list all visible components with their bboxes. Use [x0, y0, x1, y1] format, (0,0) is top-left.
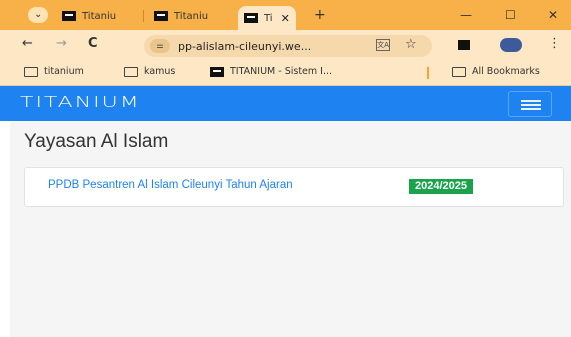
translate-icon[interactable]: 文A	[376, 39, 390, 51]
bookmark-label: kamus	[144, 66, 176, 77]
titanium-favicon-icon	[210, 66, 224, 77]
site-info-icon[interactable]: ⚌	[150, 39, 170, 53]
tab-separator	[143, 10, 144, 22]
folder-icon	[24, 66, 38, 77]
titanium-favicon-icon	[62, 11, 76, 21]
bookmark-label: All Bookmarks	[472, 66, 540, 77]
bookmark-kamus[interactable]: kamus	[124, 66, 175, 77]
tab-title: Ti	[264, 12, 273, 24]
page-title: Yayasan Al Islam	[24, 131, 169, 152]
browser-tab-active[interactable]: Ti ✕	[238, 6, 296, 30]
forward-arrow-icon[interactable]: →	[56, 36, 67, 51]
tab-title: Titaniu	[82, 10, 117, 22]
folder-icon	[452, 66, 466, 77]
folder-icon	[124, 66, 138, 77]
tab-search-button[interactable]: ⌄	[28, 7, 48, 23]
site-brand[interactable]: TITANIUM	[20, 94, 141, 112]
minimize-button[interactable]: —	[460, 8, 472, 22]
bookmark-titanium[interactable]: titanium	[24, 66, 84, 77]
maximize-button[interactable]: ☐	[505, 8, 516, 22]
titanium-favicon-icon	[244, 13, 258, 23]
bookmarks-separator	[427, 67, 429, 79]
ppdb-link[interactable]: PPDB Pesantren Al Islam Cileunyi Tahun A…	[48, 179, 293, 191]
titanium-favicon-icon	[154, 11, 168, 21]
page-body	[10, 121, 571, 337]
new-tab-button[interactable]: +	[314, 7, 326, 23]
reload-icon[interactable]: C	[88, 36, 98, 51]
profile-avatar-icon[interactable]	[500, 38, 522, 52]
bookmark-star-icon[interactable]: ☆	[405, 37, 417, 52]
close-window-button[interactable]: ✕	[548, 8, 558, 22]
menu-toggle-button[interactable]	[508, 91, 552, 117]
chevron-down-icon: ⌄	[34, 9, 43, 20]
year-badge: 2024/2025	[409, 179, 473, 194]
back-arrow-icon[interactable]: ←	[22, 36, 33, 51]
close-tab-icon[interactable]: ✕	[281, 12, 290, 25]
hamburger-icon	[521, 108, 541, 110]
extension-icon[interactable]	[458, 40, 470, 50]
bookmark-titanium-sistem[interactable]: TITANIUM - Sistem I...	[210, 66, 332, 77]
browser-tab[interactable]: Titaniu	[62, 6, 116, 26]
hamburger-icon	[521, 100, 541, 102]
hamburger-icon	[521, 104, 541, 106]
address-url: pp-alislam-cileunyi.we...	[178, 39, 312, 53]
all-bookmarks[interactable]: All Bookmarks	[452, 66, 540, 77]
bookmark-label: TITANIUM - Sistem I...	[230, 66, 333, 77]
bookmark-label: titanium	[44, 66, 84, 77]
tab-title: Titaniu	[174, 10, 209, 22]
browser-menu-icon[interactable]: ⋮	[548, 36, 561, 51]
browser-tab[interactable]: Titaniu	[154, 6, 208, 26]
